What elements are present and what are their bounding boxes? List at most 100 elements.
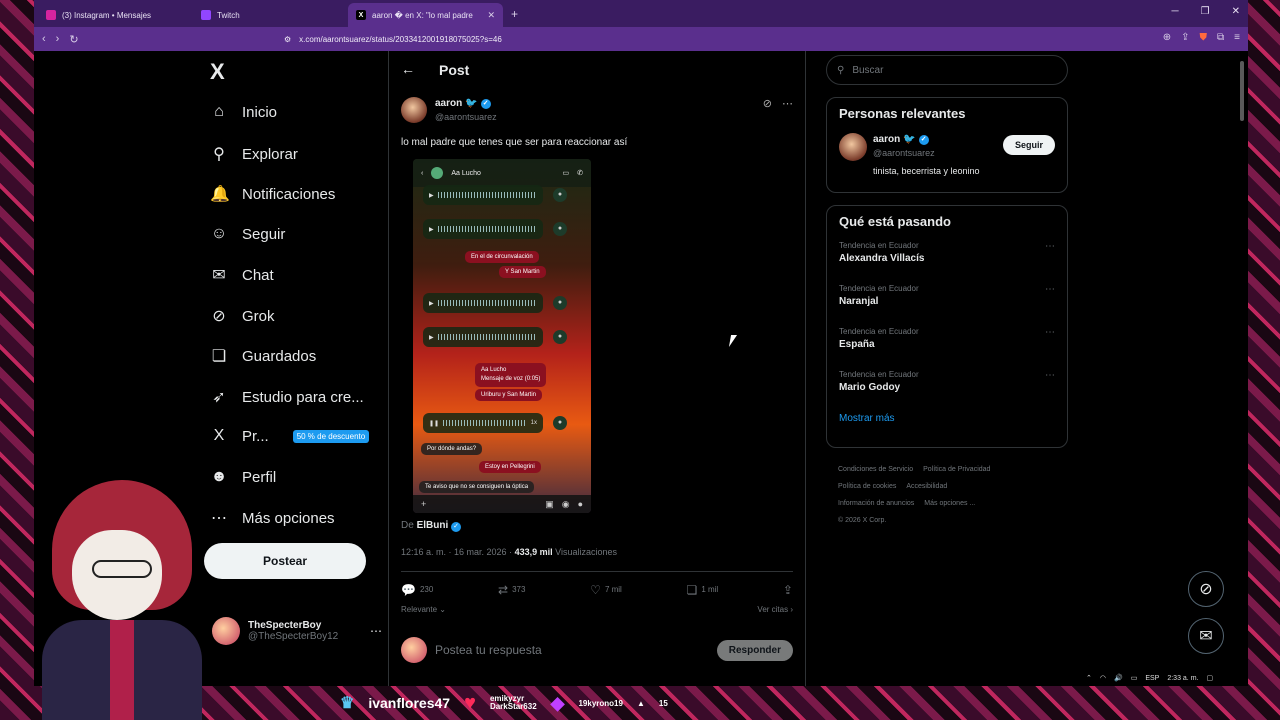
more-icon[interactable]: ⋯	[1045, 370, 1055, 381]
share-icon[interactable]: ⇪	[1181, 32, 1189, 43]
footer-link[interactable]: Política de Privacidad	[923, 466, 990, 473]
author-avatar[interactable]	[401, 97, 427, 123]
zoom-icon[interactable]: ⊕	[1163, 32, 1171, 43]
stream-alert-banner: ♛ ivanflores47 ♥ emikyzyr DarkStar632 ◆ …	[170, 686, 1280, 720]
crown-icon: ♛	[340, 695, 355, 712]
trend-item[interactable]: Tendencia en Ecuador Alexandra Villacís …	[839, 241, 1055, 284]
more-icon[interactable]: ⋯	[1045, 241, 1055, 252]
account-name: TheSpecterBoy	[248, 620, 322, 631]
mic-icon: ●	[553, 296, 567, 310]
sidebar-item-premium[interactable]: X Pr... 50 % de descuento	[210, 427, 370, 445]
menu-icon[interactable]: ≡	[1234, 32, 1240, 43]
battery-icon[interactable]: ▭	[1131, 674, 1138, 682]
scrollbar[interactable]	[1240, 51, 1246, 671]
triangle-icon: ▲	[636, 698, 645, 708]
extensions-icon[interactable]: ⧉	[1217, 32, 1224, 43]
bookmark-count: 1 mil	[701, 585, 719, 594]
volume-icon[interactable]: 🔊	[1114, 674, 1123, 682]
reply-count: 230	[419, 585, 434, 594]
site-settings-icon[interactable]: ⚙	[284, 35, 291, 44]
grok-fab[interactable]: ⊘	[1188, 571, 1224, 607]
tab-twitch[interactable]: Twitch	[193, 3, 348, 27]
sidebar-item-chat[interactable]: ✉ Chat	[210, 265, 273, 285]
search-input[interactable]: ⚲ Buscar	[826, 55, 1068, 85]
author-name-row[interactable]: aaron 🐦 ✓	[435, 98, 491, 109]
trend-item[interactable]: Tendencia en Ecuador Mario Godoy ⋯	[839, 370, 1055, 413]
sidebar-item-seguir[interactable]: ☺ Seguir	[210, 225, 286, 243]
quotes-link[interactable]: Ver citas ›	[757, 605, 793, 614]
account-switcher[interactable]: TheSpecterBoy @TheSpecterBoy12 ⋯	[212, 617, 382, 645]
x-logo-icon[interactable]: X	[210, 59, 225, 85]
language-indicator[interactable]: ESP	[1145, 675, 1159, 682]
relevant-person[interactable]: aaron 🐦 ✓ @aarontsuarez tinista, becerri…	[839, 133, 1055, 193]
footer-link[interactable]: Más opciones ...	[924, 500, 975, 507]
trend-item[interactable]: Tendencia en Ecuador España ⋯	[839, 327, 1055, 370]
sort-dropdown[interactable]: Relevante ⌄	[401, 605, 446, 614]
post-media-image[interactable]: ‹ Aa Lucho ▭ ✆ ▶ ● ▶ ● En el de circunva…	[413, 159, 591, 513]
more-icon[interactable]: ⋯	[370, 624, 382, 638]
chevron-up-icon[interactable]: ⌃	[1086, 674, 1092, 682]
more-icon[interactable]: ⋯	[782, 97, 793, 110]
source-name[interactable]: ElBuni	[417, 520, 449, 531]
minimize-icon[interactable]: ─	[1172, 6, 1179, 17]
tab-label: aaron � en X: "lo mal padre	[372, 10, 473, 20]
author-handle[interactable]: @aarontsuarez	[435, 112, 497, 122]
trend-name: España	[839, 339, 875, 350]
browser-window: (3) Instagram • Mensajes Twitch X aaron …	[34, 0, 1248, 686]
restore-icon[interactable]: ❐	[1201, 6, 1210, 17]
post-time[interactable]: 12:16 a. m. · 16 mar. 2026 ·	[401, 547, 512, 557]
follow-button[interactable]: Seguir	[1002, 135, 1055, 155]
view-label: Visualizaciones	[555, 547, 617, 557]
post-button[interactable]: Postear	[204, 543, 366, 579]
new-tab-icon[interactable]: +	[503, 7, 526, 27]
back-nav-icon[interactable]: ‹	[42, 33, 46, 45]
footer-link[interactable]: Condiciones de Servicio	[838, 466, 913, 473]
nav-label: Grok	[242, 307, 275, 325]
like-button[interactable]: ♡ 7 mil	[590, 583, 622, 597]
footer-link[interactable]: Información de anuncios	[838, 500, 914, 507]
share-icon: ⇪	[782, 582, 793, 597]
reply-button[interactable]: 💬 230	[401, 583, 433, 597]
sidebar-item-notificaciones[interactable]: 🔔 Notificaciones	[210, 184, 335, 204]
messages-fab[interactable]: ✉	[1188, 618, 1224, 654]
show-more-link[interactable]: Mostrar más	[839, 413, 1055, 424]
more-icon[interactable]: ⋯	[1045, 284, 1055, 295]
tab-instagram[interactable]: (3) Instagram • Mensajes	[38, 3, 193, 27]
more-icon[interactable]: ⋯	[1045, 327, 1055, 338]
rocket-icon: ➶	[212, 389, 226, 406]
sidebar-item-estudio[interactable]: ➶ Estudio para cre...	[210, 387, 363, 407]
sidebar-item-mas-opciones[interactable]: ⋯ Más opciones	[210, 508, 335, 528]
forward-nav-icon[interactable]: ›	[56, 33, 60, 45]
sidebar-item-explorar[interactable]: ⚲ Explorar	[210, 144, 298, 164]
system-tray: ⌃ ◠ 🔊 ▭ ESP 2:33 a. m. ▢	[1078, 670, 1248, 686]
trend-item[interactable]: Tendencia en Ecuador Naranjal ⋯	[839, 284, 1055, 327]
clock[interactable]: 2:33 a. m.	[1167, 675, 1198, 682]
scrollbar-thumb[interactable]	[1240, 61, 1244, 121]
toolbar-icons: ⊕ ⇪ ⛊ ⧉ ≡	[1163, 32, 1240, 43]
notification-icon[interactable]: ▢	[1206, 674, 1213, 682]
footer-link[interactable]: Accesibilidad	[906, 483, 947, 490]
sidebar-item-perfil[interactable]: ☻ Perfil	[210, 468, 277, 486]
footer-link[interactable]: Política de cookies	[838, 483, 896, 490]
mic-icon: ●	[553, 330, 567, 344]
wifi-icon[interactable]: ◠	[1100, 674, 1106, 682]
mic-icon: ●	[553, 188, 567, 202]
back-arrow-icon[interactable]: ←	[401, 61, 415, 77]
sidebar-item-guardados[interactable]: ❏ Guardados	[210, 346, 316, 366]
brave-shield-icon[interactable]: ⛊	[1200, 32, 1208, 43]
sidebar-item-inicio[interactable]: ⌂ Inicio	[210, 103, 277, 121]
trend-context: Tendencia en Ecuador	[839, 327, 919, 336]
url-field[interactable]: ⚙ x.com/aarontsuarez/status/203341200191…	[284, 30, 1004, 48]
grok-icon[interactable]: ⊘	[763, 97, 772, 110]
bookmark-button[interactable]: ❏ 1 mil	[687, 583, 719, 597]
close-tab-icon[interactable]: ✕	[487, 10, 495, 21]
reply-input[interactable]: Postea tu respuesta	[435, 643, 709, 657]
sticker-icon: ▣	[545, 498, 554, 509]
reply-submit-button[interactable]: Responder	[716, 639, 793, 661]
close-window-icon[interactable]: ✕	[1232, 6, 1240, 17]
share-button[interactable]: ⇪	[783, 583, 793, 597]
sidebar-item-grok[interactable]: ⊘ Grok	[210, 306, 275, 326]
reload-icon[interactable]: ↻	[69, 33, 78, 46]
repost-button[interactable]: ⇄ 373	[498, 583, 525, 597]
tab-x-post[interactable]: X aaron � en X: "lo mal padre ✕	[348, 3, 503, 27]
